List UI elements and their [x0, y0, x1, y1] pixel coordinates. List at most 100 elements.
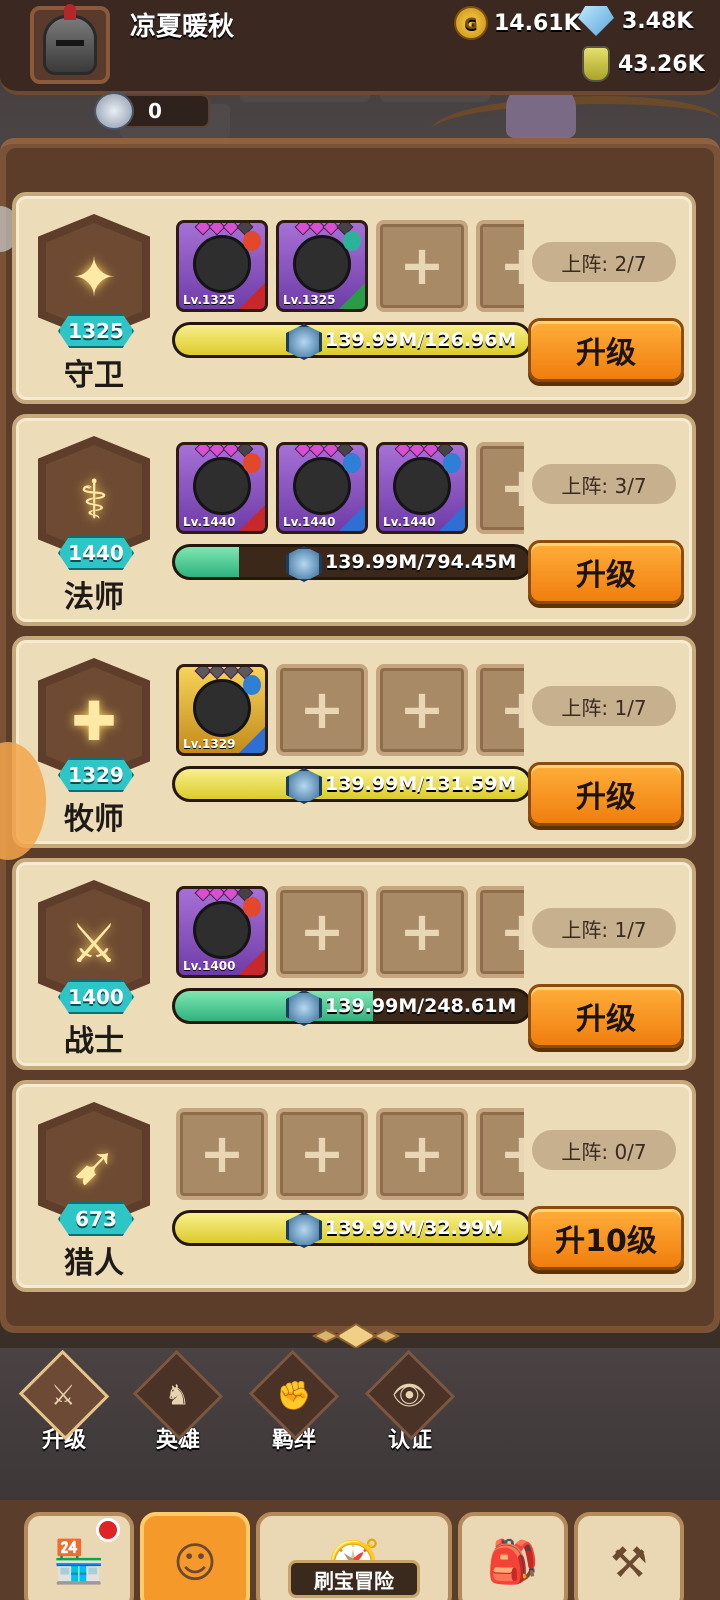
divider-ornament [311, 1322, 401, 1350]
element-icon [443, 453, 461, 473]
potion-counter[interactable]: 43.26K [582, 46, 705, 82]
exp-progress-bar: 139.99M/131.59M [172, 766, 532, 802]
empty-hero-slot[interactable]: + [376, 886, 468, 978]
role-corner-icon [439, 505, 465, 531]
hero-card[interactable]: Lv.1329 [176, 664, 268, 756]
hero-stars [194, 223, 254, 236]
hero-level: Lv.1325 [183, 293, 236, 307]
class-name: 战士 [64, 1024, 124, 1059]
hero-card[interactable]: Lv.1440 [376, 442, 468, 534]
upgrade-button[interactable]: 升级 [528, 984, 684, 1048]
nav-hero-button[interactable]: ☺ [140, 1512, 250, 1600]
eye-icon: 👁 [392, 1378, 428, 1412]
hero-icon: ♞ [165, 1378, 191, 1412]
diamond-counter[interactable]: 3.48K [578, 6, 693, 36]
hero-slots: Lv.1329 + + + [176, 660, 524, 758]
empty-hero-slot[interactable]: + [276, 664, 368, 756]
empty-hero-slot[interactable]: + [376, 1108, 468, 1200]
hero-level: Lv.1440 [283, 515, 336, 529]
class-name: 牧师 [64, 802, 124, 837]
hero-card[interactable]: Lv.1400 [176, 886, 268, 978]
hero-portrait [193, 679, 251, 737]
empty-hero-slot[interactable]: + [476, 1108, 524, 1200]
nav-forge-button[interactable]: ⚒ [574, 1512, 684, 1600]
element-icon [243, 897, 261, 917]
role-corner-icon [239, 949, 265, 975]
deploy-count: 上阵: 2/7 [532, 242, 676, 282]
empty-hero-slot[interactable]: + [476, 442, 524, 534]
potion-amount: 43.26K [618, 51, 705, 77]
class-card-warrior: ⚔ 1400 战士 Lv.1400 + + + 上阵: 1/7 139.99M/248.6… [12, 858, 696, 1070]
knight-helmet-icon [43, 4, 97, 75]
exp-progress-bar: 139.99M/794.45M [172, 544, 532, 580]
exp-progress-bar: 139.99M/248.61M [172, 988, 532, 1024]
progress-text: 139.99M/32.99M [325, 1217, 504, 1239]
sword-icon: ⚔ [51, 1378, 77, 1412]
hero-card[interactable]: Lv.1325 [276, 220, 368, 312]
plus-icon: + [499, 900, 524, 963]
role-corner-icon [239, 727, 265, 753]
hero-stars [194, 445, 254, 458]
tab-eye[interactable]: 👁 认证 [362, 1349, 458, 1454]
empty-hero-slot[interactable]: + [176, 1108, 268, 1200]
plus-icon: + [299, 900, 345, 963]
player-avatar[interactable] [30, 4, 110, 84]
class-card-mage: ⚕ 1440 法师 Lv.1440 Lv.1440 Lv.1440 + 上阵: 3/7 [12, 414, 696, 626]
tab-sword[interactable]: ⚔ 升级 [16, 1349, 112, 1454]
upgrade-button[interactable]: 升10级 [528, 1206, 684, 1270]
empty-hero-slot[interactable]: + [376, 220, 468, 312]
plus-icon: + [499, 1122, 524, 1185]
tab-fist[interactable]: ✊ 羁绊 [246, 1349, 342, 1454]
hero-stars [194, 889, 254, 902]
empty-hero-slot[interactable]: + [276, 1108, 368, 1200]
hammer-icon: ⚒ [610, 1537, 648, 1587]
upgrade-button[interactable]: 升级 [528, 318, 684, 382]
empty-hero-slot[interactable]: + [476, 886, 524, 978]
warrior-class-icon: ⚔ [69, 911, 119, 975]
empty-hero-slot[interactable]: + [476, 664, 524, 756]
class-name: 守卫 [64, 358, 124, 393]
hero-portrait [293, 235, 351, 293]
hero-stars [294, 223, 354, 236]
hero-slots: Lv.1325 Lv.1325 + + [176, 216, 524, 314]
hero-card[interactable]: Lv.1440 [276, 442, 368, 534]
silver-amount: 0 [148, 99, 162, 123]
diamond-amount: 3.48K [622, 8, 694, 34]
hero-level: Lv.1325 [283, 293, 336, 307]
gold-counter[interactable]: G 14.61K [454, 6, 581, 40]
plus-icon: + [399, 900, 445, 963]
upgrade-button[interactable]: 升级 [528, 762, 684, 826]
class-card-guard: ✦ 1325 守卫 Lv.1325 Lv.1325 + + 上阵: 2/7 139.99… [12, 192, 696, 404]
plus-icon: + [199, 1122, 245, 1185]
mage-class-icon: ⚕ [79, 467, 109, 531]
plus-icon: + [499, 456, 524, 519]
empty-hero-slot[interactable]: + [276, 886, 368, 978]
class-level-badge: 1400 [58, 980, 134, 1014]
hero-card[interactable]: Lv.1440 [176, 442, 268, 534]
element-icon [343, 453, 361, 473]
empty-hero-slot[interactable]: + [376, 664, 468, 756]
exp-progress-bar: 139.99M/32.99M [172, 1210, 532, 1246]
class-card-priest: ✚ 1329 牧师 Lv.1329 + + + 上阵: 1/7 139.99M/131.5… [12, 636, 696, 848]
progress-text: 139.99M/131.59M [325, 773, 517, 795]
hunter-class-icon: ➹ [71, 1133, 117, 1197]
role-corner-icon [339, 283, 365, 309]
element-icon [243, 231, 261, 251]
hero-slots: + + + + [176, 1104, 524, 1202]
upgrade-button[interactable]: 升级 [528, 540, 684, 604]
plus-icon: + [299, 678, 345, 741]
hero-card[interactable]: Lv.1325 [176, 220, 268, 312]
empty-hero-slot[interactable]: + [476, 220, 524, 312]
gold-coin-icon: G [454, 6, 488, 40]
fist-icon: ✊ [276, 1378, 312, 1412]
tab-hero[interactable]: ♞ 英雄 [130, 1349, 226, 1454]
nav-bag-button[interactable]: 🎒 [458, 1512, 568, 1600]
progress-text: 139.99M/794.45M [325, 551, 517, 573]
exp-progress-bar: 139.99M/126.96M [172, 322, 532, 358]
backpack-icon: 🎒 [486, 1537, 540, 1586]
deploy-count: 上阵: 1/7 [532, 686, 676, 726]
plus-icon: + [399, 678, 445, 741]
deploy-count: 上阵: 0/7 [532, 1130, 676, 1170]
class-level-badge: 1440 [58, 536, 134, 570]
priest-class-icon: ✚ [71, 689, 117, 753]
